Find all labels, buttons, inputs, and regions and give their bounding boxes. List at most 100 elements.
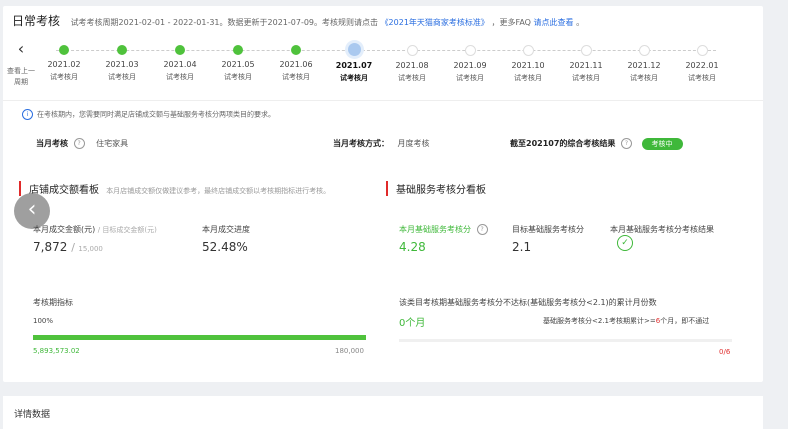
page-title: 日常考核 bbox=[12, 14, 61, 28]
faq-prefix: ，更多FAQ bbox=[491, 18, 531, 27]
timeline-item[interactable]: 2021.06 试考核月 bbox=[268, 41, 324, 82]
timeline-label: 试考核月 bbox=[282, 73, 310, 81]
detail-card: 详情数据 bbox=[3, 396, 763, 429]
info-notice: i 在考核期内，您需要同时满足店铺成交额与基础服务考核分两项类目的要求。 bbox=[22, 109, 275, 120]
service-result-label: 本月基础服务考核分考核结果 bbox=[610, 225, 714, 234]
gmv-target-label: / 目标成交金额(元) bbox=[97, 226, 157, 234]
timeline-label: 试考核月 bbox=[514, 74, 542, 82]
timeline-item[interactable]: 2021.08 试考核月 bbox=[384, 41, 440, 83]
help-icon[interactable]: ? bbox=[476, 224, 488, 235]
timeline-label: 试考核月 bbox=[630, 74, 658, 82]
assessment-method: 当月考核方式： 月度考核 bbox=[333, 138, 430, 149]
timeline-dot bbox=[406, 45, 418, 56]
timeline-date: 2021.06 bbox=[279, 60, 313, 69]
timeline-item[interactable]: 2021.12 试考核月 bbox=[616, 41, 672, 83]
current-assessment-label: 当月考核 bbox=[36, 139, 68, 148]
timeline-dot bbox=[233, 45, 243, 55]
timeline-date: 2021.12 bbox=[627, 61, 661, 70]
period-progress-bar bbox=[33, 335, 366, 340]
failed-months-value: 0个月 bbox=[399, 318, 426, 329]
timeline-item[interactable]: 2021.09 试考核月 bbox=[442, 41, 498, 83]
fail-rule: 基础服务考核分<2.1考核期累计>=6个月，即不通过 bbox=[543, 316, 709, 326]
failed-months-ratio: 0/6 bbox=[719, 348, 730, 356]
timeline-item[interactable]: 2021.05 试考核月 bbox=[210, 41, 266, 82]
timeline-dot bbox=[175, 45, 185, 55]
service-panel-title-text: 基础服务考核分看板 bbox=[396, 185, 486, 196]
timeline-dot bbox=[117, 45, 127, 55]
current-assessment: 当月考核 ? 住宅家具 bbox=[36, 138, 128, 149]
timeline-label: 试考核月 bbox=[108, 73, 136, 81]
info-notice-text: 在考核期内，您需要同时满足店铺成交额与基础服务考核分两项类目的要求。 bbox=[37, 110, 275, 119]
period-indicator-label: 考核期指标 bbox=[33, 298, 73, 307]
period-progress-fill bbox=[33, 335, 366, 340]
gmv-value-text: 7,872 bbox=[33, 240, 68, 254]
timeline-dot bbox=[291, 45, 301, 55]
timeline-label: 试考核月 bbox=[398, 74, 426, 82]
help-icon[interactable]: ? bbox=[73, 138, 85, 149]
timeline-date: 2021.10 bbox=[511, 61, 545, 70]
divider bbox=[3, 100, 763, 101]
timeline-item[interactable]: 2021.03 试考核月 bbox=[94, 41, 150, 82]
timeline-dot bbox=[347, 43, 361, 56]
timeline-date: 2021.11 bbox=[569, 61, 603, 70]
service-score-value: 4.28 bbox=[399, 240, 426, 254]
progress-value: 52.48% bbox=[202, 240, 248, 254]
period-current-value: 5,893,573.02 bbox=[33, 347, 80, 355]
timeline-date: 2022.01 bbox=[685, 61, 719, 70]
timeline-date: 2021.04 bbox=[163, 60, 197, 69]
timeline-date: 2021.08 bbox=[395, 61, 429, 70]
current-assessment-value: 住宅家具 bbox=[96, 139, 129, 148]
target-score-value: 2.1 bbox=[512, 240, 532, 254]
result-label: 截至202107的综合考核结果 bbox=[510, 139, 616, 148]
timeline-item[interactable]: 2021.10 试考核月 bbox=[500, 41, 556, 83]
check-circle-icon: ✓ bbox=[617, 235, 633, 251]
fail-rule-suffix: 个月，即不通过 bbox=[660, 317, 710, 325]
timeline-item[interactable]: 2021.02 试考核月 bbox=[36, 41, 92, 82]
store-panel-note: 本月店铺成交额仅做建议参考，最终店铺成交额以考核期指标进行考核。 bbox=[106, 187, 331, 195]
gmv-label: 本月成交金额(元) / 目标成交金额(元) bbox=[33, 224, 157, 235]
detail-title: 详情数据 bbox=[14, 410, 51, 420]
faq-link[interactable]: 请点此查看 bbox=[534, 18, 574, 27]
timeline-item[interactable]: 2021.11 试考核月 bbox=[558, 41, 614, 83]
gmv-label-text: 本月成交金额(元) bbox=[33, 225, 96, 234]
rules-link[interactable]: 《2021年天猫商家考核标准》 bbox=[381, 18, 489, 27]
progress-label: 本月成交进度 bbox=[202, 225, 250, 234]
chevron-left-icon[interactable]: ‹ bbox=[12, 40, 30, 58]
timeline-label: 试考核月 bbox=[224, 73, 252, 81]
gmv-value: 7,872 / 15,000 bbox=[33, 240, 103, 254]
timeline-label: 试考核月 bbox=[166, 73, 194, 81]
help-icon[interactable]: ? bbox=[620, 138, 632, 149]
timeline-label: 试考核月 bbox=[572, 74, 600, 82]
service-score-label: 本月基础服务考核分 ? bbox=[399, 224, 491, 235]
fail-rule-prefix: 基础服务考核分<2.1考核期累计>= bbox=[543, 317, 656, 325]
period-target-value: 180,000 bbox=[335, 347, 364, 355]
timeline-dot bbox=[638, 45, 650, 56]
faq-suffix: 。 bbox=[576, 18, 585, 27]
timeline-item[interactable]: 2021.04 试考核月 bbox=[152, 41, 208, 82]
info-icon: i bbox=[22, 109, 33, 120]
timeline-label: 试考核月 bbox=[50, 73, 78, 81]
status-badge: 考核中 bbox=[641, 138, 683, 150]
header-row: 日常考核 试考考核周期2021-02-01 - 2022-01-31。数据更新于… bbox=[12, 12, 584, 29]
timeline-date: 2021.05 bbox=[221, 60, 255, 69]
store-panel-title: 店铺成交额看板 本月店铺成交额仅做建议参考，最终店铺成交额以考核期指标进行考核。 bbox=[19, 181, 330, 196]
method-value: 月度考核 bbox=[397, 139, 430, 148]
gmv-target-value: 15,000 bbox=[78, 245, 103, 253]
timeline-label: 试考核月 bbox=[456, 74, 484, 82]
overall-result: 截至202107的综合考核结果 ? 考核中 bbox=[510, 138, 683, 150]
service-panel-title: 基础服务考核分看板 bbox=[386, 181, 486, 196]
header-description: 试考考核周期2021-02-01 - 2022-01-31。数据更新于2021-… bbox=[70, 18, 379, 27]
failed-months-total: /6 bbox=[723, 348, 731, 356]
timeline-label: 试考核月 bbox=[340, 74, 368, 82]
method-label: 当月考核方式： bbox=[333, 139, 389, 148]
failed-months-notice: 该类目考核期基础服务考核分不达标(基础服务考核分<2.1)的累计月份数 bbox=[399, 298, 657, 307]
timeline-item[interactable]: 2022.01 试考核月 bbox=[674, 41, 730, 83]
timeline-label: 试考核月 bbox=[688, 74, 716, 82]
timeline-item[interactable]: 2021.07 试考核月 bbox=[326, 41, 382, 83]
failed-months-bar bbox=[399, 339, 732, 342]
timeline-dot bbox=[59, 45, 69, 55]
previous-cycle-label[interactable]: 查看上一周期 bbox=[7, 66, 35, 88]
timeline-dot bbox=[580, 45, 592, 56]
timeline-date: 2021.07 bbox=[335, 61, 373, 70]
target-score-label: 目标基础服务考核分 bbox=[512, 225, 584, 234]
